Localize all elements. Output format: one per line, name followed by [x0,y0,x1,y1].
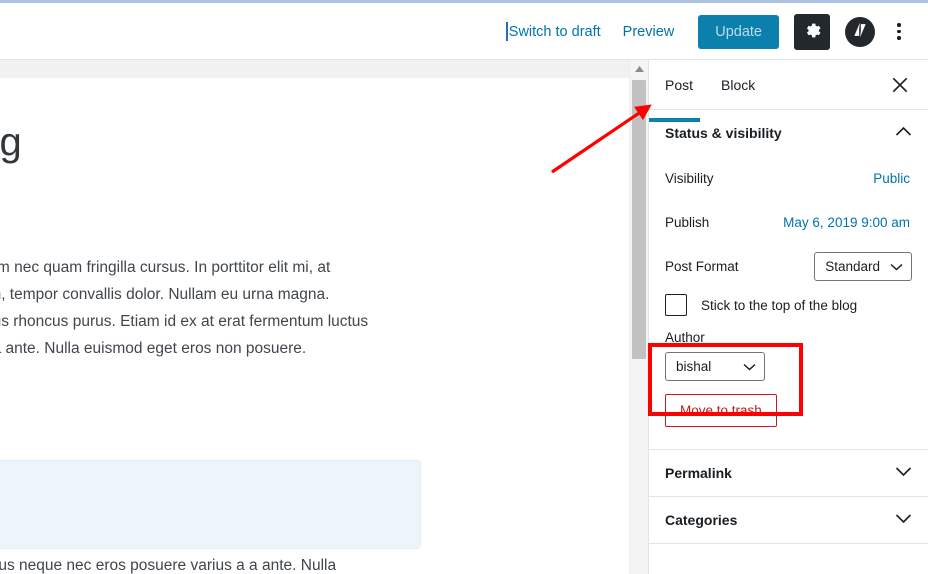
author-label: Author [665,330,705,345]
move-to-trash-button[interactable]: Move to trash [665,394,777,427]
publish-date-button[interactable]: May 6, 2019 9:00 am [781,211,912,234]
chevron-up-icon [895,124,912,142]
author-section: Author bishal [665,330,912,381]
settings-button[interactable] [794,13,830,50]
close-icon [892,77,908,96]
panel-status-and-visibility-header[interactable]: Status & visibility [649,110,928,156]
author-value: bishal [676,359,712,374]
publish-label: Publish [665,214,710,230]
scroll-up-arrow-icon[interactable] [630,60,648,77]
post-format-row: Post Format Standard [665,244,912,288]
post-format-select[interactable]: Standard [814,251,912,281]
visibility-value-button[interactable]: Public [871,167,912,190]
chevron-down-icon [895,464,912,482]
panel-categories-header[interactable]: Categories [649,497,928,543]
post-body-line: varius a a ante. Nulla euismod eget eros… [0,340,307,357]
more-options-button[interactable] [884,14,914,50]
kebab-dot-2 [897,29,901,34]
editor-vertical-scrollbar[interactable] [629,60,648,574]
header-actions: Switch to draft Preview Update [502,3,914,60]
publish-row: Publish May 6, 2019 9:00 am [665,200,912,244]
jetpack-logo-icon [850,20,870,43]
kebab-menu-icon [897,23,901,27]
author-select[interactable]: bishal [665,352,765,381]
visibility-row: Visibility Public [665,156,912,200]
switch-to-draft-label: Switch to draft [508,23,601,40]
chevron-down-icon [890,259,903,274]
scrollbar-thumb[interactable] [632,80,646,359]
sticky-post-label: Stick to the top of the blog [701,297,858,313]
update-button[interactable]: Update [698,14,779,49]
panel-permalink-header[interactable]: Permalink [649,450,928,496]
jetpack-button[interactable] [845,16,875,47]
post-content-area[interactable]: eling iam a enim nec quam fringilla curs… [0,78,629,574]
close-sidebar-button[interactable] [884,70,916,102]
post-body-line: s a, cursus rhoncus purus. Etiam id ex a… [0,313,369,330]
panel-categories-title: Categories [665,512,738,528]
sidebar-tabs: Post Block [648,60,928,122]
sticky-post-checkbox[interactable] [665,294,687,316]
post-body-line: c quam in, tempor convallis dolor. Nulla… [0,286,330,303]
wordpress-block-editor: Switch to draft Preview Update g m nec q… [0,0,928,574]
editor-header: Switch to draft Preview Update [0,3,928,60]
post-format-value: Standard [825,258,880,274]
post-format-label: Post Format [665,258,739,274]
embed-placeholder-block[interactable] [0,460,421,549]
editor-canvas-region[interactable]: eling iam a enim nec quam fringilla curs… [0,60,648,574]
panel-status-and-visibility-title: Status & visibility [665,125,782,141]
post-paragraph-block[interactable]: iam a enim nec quam fringilla cursus. In… [0,254,494,362]
chevron-down-icon [895,511,912,529]
page-title[interactable]: eling [0,120,22,165]
preview-button[interactable]: Preview [613,16,685,48]
visibility-label: Visibility [665,170,714,186]
post-caption-text[interactable]: Sed finibus neque nec eros posuere variu… [0,554,336,574]
tab-post[interactable]: Post [648,62,705,122]
gear-icon [803,21,822,43]
tab-block[interactable]: Block [721,62,767,107]
kebab-dot-3 [897,36,901,40]
panel-divider [649,543,928,544]
switch-to-draft-button[interactable]: Switch to draft [502,14,613,49]
text-cursor-indicator [505,22,508,41]
settings-sidebar: Post Block Status & visibility Visibilit… [648,60,928,574]
panel-permalink-title: Permalink [665,465,732,481]
post-body-line: iam a enim nec quam fringilla cursus. In… [0,259,331,276]
sticky-post-row[interactable]: Stick to the top of the blog [665,288,912,330]
chevron-down-icon [743,359,756,374]
panel-status-and-visibility-body: Visibility Public Publish May 6, 2019 9:… [649,156,928,435]
